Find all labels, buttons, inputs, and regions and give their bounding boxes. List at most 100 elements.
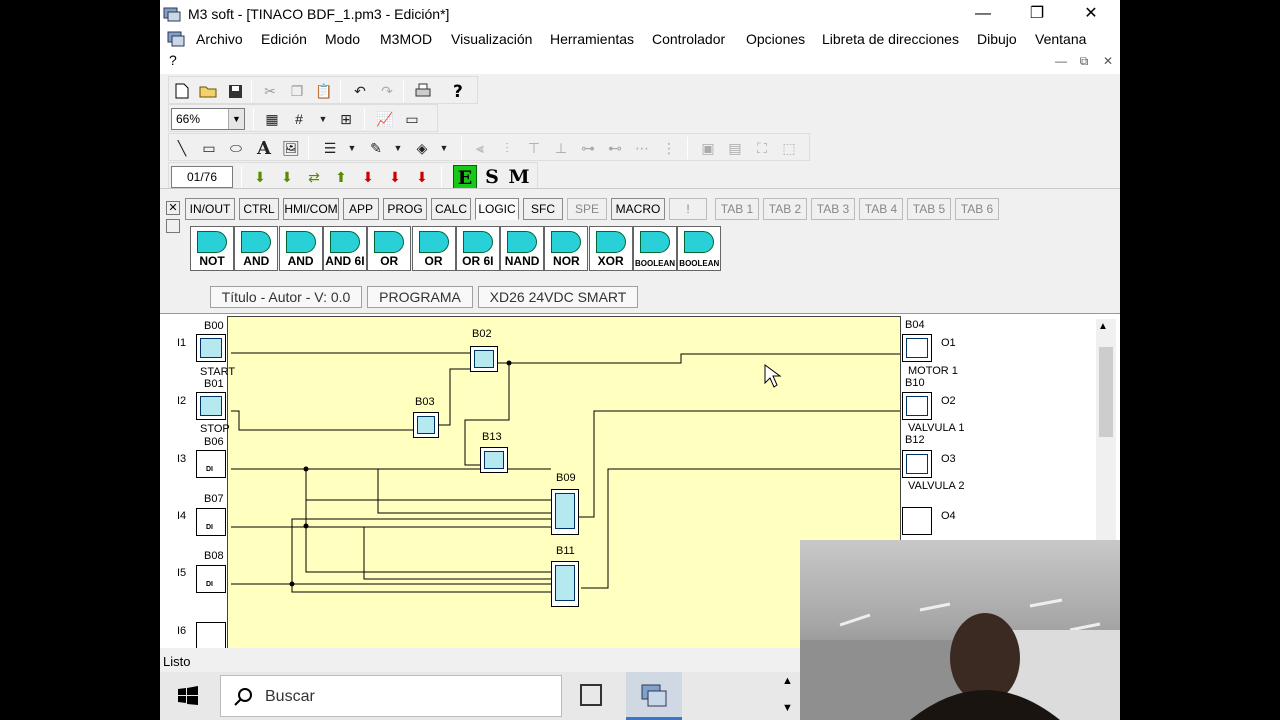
ruler-icon[interactable]: ▦ bbox=[261, 108, 283, 130]
tab-tab-4[interactable]: TAB 4 bbox=[859, 198, 903, 220]
grid-icon[interactable]: # bbox=[288, 108, 310, 130]
menu-edicion[interactable]: Edición bbox=[261, 31, 307, 47]
download-program-icon[interactable]: ⬇ bbox=[249, 166, 271, 188]
input-block-stop[interactable] bbox=[196, 392, 226, 420]
image-tool-icon[interactable]: 🖼 bbox=[280, 137, 302, 159]
logic-block-xor-9[interactable]: XOR bbox=[588, 226, 633, 271]
line-width-dropdown-icon[interactable]: ▼ bbox=[341, 137, 363, 159]
windows-start-icon[interactable] bbox=[178, 686, 198, 706]
controller-field[interactable]: XD26 24VDC SMART bbox=[478, 286, 638, 308]
logic-block-not-0[interactable]: NOT bbox=[190, 226, 234, 271]
ungroup-icon[interactable]: ▤ bbox=[724, 137, 746, 159]
tab-app[interactable]: APP bbox=[343, 198, 379, 220]
tab-hmi-com[interactable]: HMI/COM bbox=[283, 198, 339, 220]
distribute-h-icon[interactable]: ⋯ bbox=[631, 137, 653, 159]
m3soft-taskbar-button[interactable] bbox=[626, 672, 682, 720]
align-left-icon[interactable]: ⫷ bbox=[469, 137, 491, 159]
logic-block-boolean-11[interactable]: BOOLEAN bbox=[677, 226, 722, 271]
line-width-icon[interactable]: ☰ bbox=[319, 137, 341, 159]
align-middle-icon[interactable]: ⊶ bbox=[577, 137, 599, 159]
rectangle-tool-icon[interactable]: ▭ bbox=[198, 137, 220, 159]
align-center-icon[interactable]: ⫶ bbox=[496, 137, 518, 159]
menu-dibujo[interactable]: Dibujo bbox=[977, 31, 1017, 47]
task-view-icon[interactable] bbox=[580, 684, 602, 706]
input-block-di-i3[interactable]: DI bbox=[196, 450, 226, 478]
fill-color-icon[interactable]: ◈ bbox=[411, 137, 433, 159]
logic-block-or-6i-6[interactable]: OR 6I bbox=[455, 226, 500, 271]
tab-tab-2[interactable]: TAB 2 bbox=[763, 198, 807, 220]
new-file-icon[interactable] bbox=[171, 80, 193, 102]
copy-icon[interactable]: ❐ bbox=[286, 80, 308, 102]
paste-icon[interactable]: 📋 bbox=[313, 80, 335, 102]
taskbar-search-box[interactable]: Buscar bbox=[220, 675, 562, 717]
output-block-motor[interactable] bbox=[902, 334, 932, 362]
download-all-icon[interactable]: ⬇ bbox=[276, 166, 298, 188]
pen-color-icon[interactable]: ✎ bbox=[365, 137, 387, 159]
input-block-empty-i6[interactable] bbox=[196, 622, 226, 650]
text-tool-icon[interactable]: A bbox=[253, 137, 275, 159]
function-block-boolean-b11[interactable] bbox=[551, 561, 579, 607]
logic-block-boolean-10[interactable]: BOOLEAN bbox=[633, 226, 677, 271]
upload-program-icon[interactable]: ⬆ bbox=[330, 166, 352, 188]
function-block-and[interactable] bbox=[470, 346, 498, 372]
tab-spe[interactable]: SPE bbox=[567, 198, 607, 220]
stop-icon[interactable]: ⬇ bbox=[357, 166, 379, 188]
fill-color-dropdown-icon[interactable]: ▼ bbox=[433, 137, 455, 159]
reset-icon[interactable]: ⬇ bbox=[384, 166, 406, 188]
scroll-up-icon[interactable]: ▲ bbox=[1098, 321, 1108, 332]
logic-block-and-2[interactable]: AND bbox=[278, 226, 323, 271]
mdi-close-button[interactable]: ✕ bbox=[1098, 54, 1118, 68]
redo-icon[interactable]: ↷ bbox=[376, 80, 398, 102]
minimize-button[interactable]: — bbox=[956, 0, 1010, 28]
logic-block-and-6i-3[interactable]: AND 6I bbox=[322, 226, 367, 271]
grid-dropdown-icon[interactable]: ▼ bbox=[312, 108, 334, 130]
print-icon[interactable] bbox=[412, 80, 434, 102]
page-indicator[interactable]: 01/76 bbox=[171, 166, 233, 188]
align-top-icon[interactable]: ⊤ bbox=[523, 137, 545, 159]
title-author-field[interactable]: Título - Autor - V: 0.0 bbox=[210, 286, 362, 308]
distribute-v-icon[interactable]: ⋮ bbox=[658, 137, 680, 159]
tab-in-out[interactable]: IN/OUT bbox=[185, 198, 235, 220]
function-block-not-b03[interactable] bbox=[413, 412, 439, 438]
align-vertical-icon[interactable]: ⊷ bbox=[604, 137, 626, 159]
panel-dock-icon[interactable] bbox=[166, 219, 180, 233]
logic-block-or-5[interactable]: OR bbox=[411, 226, 456, 271]
input-block-di-i4[interactable]: DI bbox=[196, 508, 226, 536]
simulation-mode-button[interactable]: S bbox=[480, 165, 504, 189]
tab-tab-3[interactable]: TAB 3 bbox=[811, 198, 855, 220]
menu-archivo[interactable]: Archivo bbox=[196, 31, 243, 47]
monitor-icon[interactable]: 📈 bbox=[374, 108, 396, 130]
input-block-di-i5[interactable]: DI bbox=[196, 565, 226, 593]
menu-controlador[interactable]: Controlador bbox=[652, 31, 725, 47]
tab-calc[interactable]: CALC bbox=[431, 198, 471, 220]
select-all-icon[interactable]: ⬚ bbox=[778, 137, 800, 159]
function-block-boolean-b09[interactable] bbox=[551, 489, 579, 535]
close-button[interactable]: ✕ bbox=[1064, 0, 1118, 28]
tab-macro[interactable]: MACRO bbox=[611, 198, 665, 220]
scrollbar-thumb[interactable] bbox=[1099, 347, 1113, 437]
logic-block-and-1[interactable]: AND bbox=[234, 226, 279, 271]
tab-logic[interactable]: LOGIC bbox=[475, 198, 519, 220]
menu-modo[interactable]: Modo bbox=[325, 31, 360, 47]
tab-tab-1[interactable]: TAB 1 bbox=[715, 198, 759, 220]
compare-icon[interactable]: ⇄ bbox=[303, 166, 325, 188]
pen-color-dropdown-icon[interactable]: ▼ bbox=[387, 137, 409, 159]
output-block-empty-o4[interactable] bbox=[902, 507, 932, 535]
group-icon[interactable]: ▣ bbox=[697, 137, 719, 159]
save-icon[interactable] bbox=[224, 80, 246, 102]
align-icon[interactable]: ⊞ bbox=[335, 108, 357, 130]
clear-icon[interactable]: ⬇ bbox=[411, 166, 433, 188]
line-tool-icon[interactable]: ╲ bbox=[171, 137, 193, 159]
menu-visualizacion[interactable]: Visualización bbox=[451, 31, 532, 47]
help-question-icon[interactable]: ? bbox=[447, 80, 469, 102]
menu-m3mod[interactable]: M3MOD bbox=[380, 31, 432, 47]
output-block-valvula1[interactable] bbox=[902, 392, 932, 420]
tab-ctrl[interactable]: CTRL bbox=[239, 198, 279, 220]
tab-prog[interactable]: PROG bbox=[383, 198, 427, 220]
program-field[interactable]: PROGRAMA bbox=[367, 286, 473, 308]
output-block-valvula2[interactable] bbox=[902, 450, 932, 478]
menu-help[interactable]: ? bbox=[169, 52, 177, 68]
zoom-select[interactable]: 66% ▼ bbox=[171, 108, 245, 130]
align-bottom-icon[interactable]: ⊥ bbox=[550, 137, 572, 159]
menu-ventana[interactable]: Ventana bbox=[1035, 31, 1086, 47]
